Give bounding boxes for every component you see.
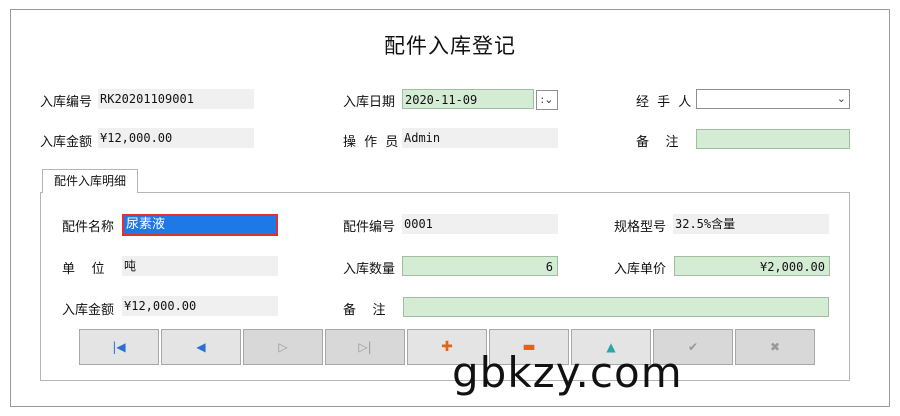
nav-prior-button[interactable]: ◀	[161, 329, 241, 365]
first-icon: |◀	[112, 340, 126, 354]
cancel-icon: ✖	[769, 340, 781, 354]
nav-first-button[interactable]: |◀	[79, 329, 159, 365]
next-icon: ▷	[278, 340, 288, 354]
chevron-down-icon: ⌄	[836, 92, 846, 105]
detail-remark-field[interactable]	[403, 297, 829, 317]
form-title: 配件入库登记	[384, 34, 516, 58]
spec-label: 规格型号	[614, 220, 667, 235]
receipt-no-field[interactable]: RK20201109001	[98, 89, 254, 109]
post-icon: ✔	[687, 340, 699, 354]
nav-next-button[interactable]: ▷	[243, 329, 323, 365]
remark-field[interactable]	[696, 129, 850, 149]
handler-value	[697, 93, 699, 107]
price-label: 入库单价	[614, 262, 667, 277]
tab-detail[interactable]: 配件入库明细	[42, 169, 138, 193]
spec-field[interactable]: 32.5%含量	[673, 214, 829, 234]
unit-field[interactable]: 吨	[122, 256, 278, 276]
chevron-down-icon: :⌄	[540, 93, 554, 106]
remark-label: 备 注	[636, 135, 679, 150]
watermark-text: gbkzy.com	[452, 348, 683, 397]
part-no-field[interactable]: 0001	[402, 214, 558, 234]
qty-field[interactable]: 6	[402, 256, 558, 276]
prior-icon: ◀	[196, 340, 206, 354]
qty-label: 入库数量	[343, 262, 396, 277]
handler-select[interactable]: ⌄	[696, 89, 850, 109]
date-field[interactable]: 2020-11-09	[402, 89, 534, 109]
detail-amount-label: 入库金额	[62, 303, 115, 318]
part-no-label: 配件编号	[343, 220, 396, 235]
unit-label: 单 位	[62, 262, 105, 277]
part-name-field[interactable]: 尿素液	[122, 214, 278, 236]
price-field[interactable]: ¥2,000.00	[674, 256, 830, 276]
operator-label: 操 作 员	[343, 135, 401, 150]
detail-remark-label: 备 注	[343, 303, 386, 318]
handler-label: 经 手 人	[636, 95, 694, 110]
operator-field[interactable]: Admin	[402, 128, 558, 148]
nav-cancel-button[interactable]: ✖	[735, 329, 815, 365]
part-name-label: 配件名称	[62, 220, 115, 235]
nav-last-button[interactable]: ▷|	[325, 329, 405, 365]
receipt-no-label: 入库编号	[40, 95, 93, 110]
last-icon: ▷|	[358, 340, 372, 354]
amount-field[interactable]: ¥12,000.00	[98, 128, 254, 148]
date-label: 入库日期	[343, 95, 396, 110]
detail-amount-field[interactable]: ¥12,000.00	[122, 296, 278, 316]
amount-label: 入库金额	[40, 135, 93, 150]
date-picker-button[interactable]: :⌄	[536, 90, 558, 110]
